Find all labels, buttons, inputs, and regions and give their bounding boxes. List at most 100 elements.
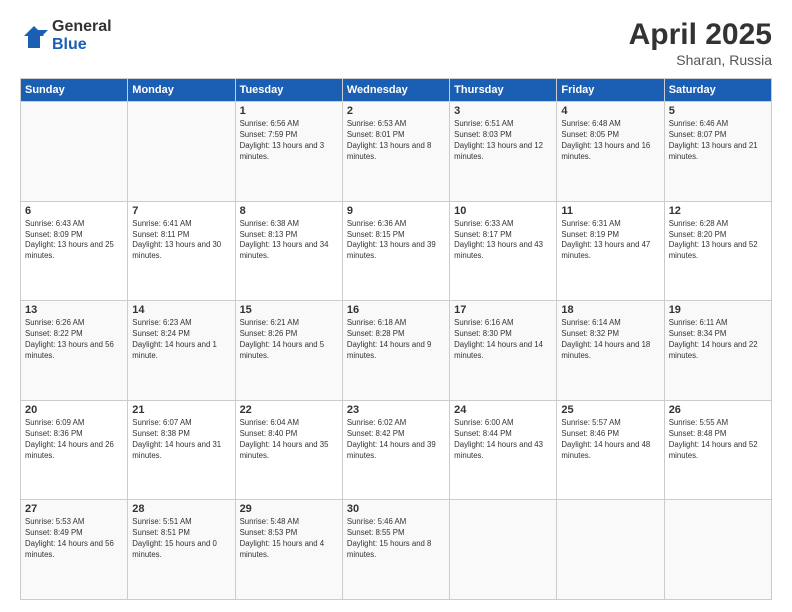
- calendar-cell: 25Sunrise: 5:57 AM Sunset: 8:46 PM Dayli…: [557, 400, 664, 500]
- calendar-cell: [450, 500, 557, 600]
- calendar-cell: 8 Sunrise: 6:38 AM Sunset: 8:13 PM Daylig…: [235, 201, 342, 301]
- day-number: 6: [25, 205, 123, 217]
- week-row-1: 1 Sunrise: 6:56 AM Sunset: 7:59 PM Daylig…: [21, 102, 772, 202]
- week-row-5: 27 Sunrise: 5:53 AM Sunset: 8:49 PM Dayli…: [21, 500, 772, 600]
- week-row-2: 6Sunrise: 6:43 AM Sunset: 8:09 PM Daylig…: [21, 201, 772, 301]
- calendar-cell: 10 Sunrise: 6:33 AM Sunset: 8:17 PM Dayli…: [450, 201, 557, 301]
- calendar-cell: 18 Sunrise: 6:14 AM Sunset: 8:32 PM Dayli…: [557, 301, 664, 401]
- day-info: Sunrise: 6:48 AM Sunset: 8:05 PM Dayligh…: [561, 119, 659, 163]
- day-info: Sunrise: 6:33 AM Sunset: 8:17 PM Dayligh…: [454, 219, 552, 263]
- day-number: 20: [25, 404, 123, 416]
- header: General Blue April 2025 Sharan, Russia: [20, 18, 772, 68]
- day-info: Sunrise: 6:23 AM Sunset: 8:24 PM Dayligh…: [132, 318, 230, 362]
- calendar-cell: 30 Sunrise: 5:46 AM Sunset: 8:55 PM Dayli…: [342, 500, 449, 600]
- day-number: 13: [25, 304, 123, 316]
- day-number: 18: [561, 304, 659, 316]
- week-row-4: 20 Sunrise: 6:09 AM Sunset: 8:36 PM Dayli…: [21, 400, 772, 500]
- title-block: April 2025 Sharan, Russia: [629, 18, 772, 68]
- calendar-cell: 17 Sunrise: 6:16 AM Sunset: 8:30 PM Dayli…: [450, 301, 557, 401]
- logo-blue: Blue: [52, 36, 112, 54]
- day-number: 22: [240, 404, 338, 416]
- day-number: 10: [454, 205, 552, 217]
- day-info: Sunrise: 6:56 AM Sunset: 7:59 PM Dayligh…: [240, 119, 338, 163]
- logo-icon: [20, 22, 48, 50]
- day-info: Sunrise: 6:18 AM Sunset: 8:28 PM Dayligh…: [347, 318, 445, 362]
- weekday-header-row: SundayMondayTuesdayWednesdayThursdayFrid…: [21, 79, 772, 102]
- day-number: 11: [561, 205, 659, 217]
- day-info: Sunrise: 6:00 AM Sunset: 8:44 PM Dayligh…: [454, 418, 552, 462]
- day-info: Sunrise: 5:53 AM Sunset: 8:49 PM Dayligh…: [25, 517, 123, 561]
- day-number: 1: [240, 105, 338, 117]
- calendar-cell: 19Sunrise: 6:11 AM Sunset: 8:34 PM Dayli…: [664, 301, 771, 401]
- calendar-cell: 23Sunrise: 6:02 AM Sunset: 8:42 PM Dayli…: [342, 400, 449, 500]
- day-number: 15: [240, 304, 338, 316]
- calendar-cell: [128, 102, 235, 202]
- calendar-cell: 2 Sunrise: 6:53 AM Sunset: 8:01 PM Daylig…: [342, 102, 449, 202]
- day-info: Sunrise: 6:04 AM Sunset: 8:40 PM Dayligh…: [240, 418, 338, 462]
- day-number: 21: [132, 404, 230, 416]
- calendar-cell: 3 Sunrise: 6:51 AM Sunset: 8:03 PM Daylig…: [450, 102, 557, 202]
- day-info: Sunrise: 6:53 AM Sunset: 8:01 PM Dayligh…: [347, 119, 445, 163]
- weekday-header-friday: Friday: [557, 79, 664, 102]
- calendar-cell: 7 Sunrise: 6:41 AM Sunset: 8:11 PM Daylig…: [128, 201, 235, 301]
- calendar-cell: 9 Sunrise: 6:36 AM Sunset: 8:15 PM Daylig…: [342, 201, 449, 301]
- logo-text: General Blue: [52, 18, 112, 55]
- day-info: Sunrise: 6:38 AM Sunset: 8:13 PM Dayligh…: [240, 219, 338, 263]
- calendar-cell: 4 Sunrise: 6:48 AM Sunset: 8:05 PM Daylig…: [557, 102, 664, 202]
- day-info: Sunrise: 6:46 AM Sunset: 8:07 PM Dayligh…: [669, 119, 767, 163]
- calendar-cell: 6Sunrise: 6:43 AM Sunset: 8:09 PM Daylig…: [21, 201, 128, 301]
- day-info: Sunrise: 6:28 AM Sunset: 8:20 PM Dayligh…: [669, 219, 767, 263]
- day-number: 19: [669, 304, 767, 316]
- weekday-header-wednesday: Wednesday: [342, 79, 449, 102]
- day-number: 8: [240, 205, 338, 217]
- weekday-header-sunday: Sunday: [21, 79, 128, 102]
- calendar-cell: [21, 102, 128, 202]
- day-number: 2: [347, 105, 445, 117]
- day-info: Sunrise: 5:48 AM Sunset: 8:53 PM Dayligh…: [240, 517, 338, 561]
- calendar-cell: 11 Sunrise: 6:31 AM Sunset: 8:19 PM Dayli…: [557, 201, 664, 301]
- calendar-cell: 29Sunrise: 5:48 AM Sunset: 8:53 PM Dayli…: [235, 500, 342, 600]
- day-number: 28: [132, 503, 230, 515]
- calendar-cell: 24Sunrise: 6:00 AM Sunset: 8:44 PM Dayli…: [450, 400, 557, 500]
- calendar-cell: 22 Sunrise: 6:04 AM Sunset: 8:40 PM Dayli…: [235, 400, 342, 500]
- week-row-3: 13 Sunrise: 6:26 AM Sunset: 8:22 PM Dayli…: [21, 301, 772, 401]
- logo: General Blue: [20, 18, 112, 55]
- calendar-cell: 1 Sunrise: 6:56 AM Sunset: 7:59 PM Daylig…: [235, 102, 342, 202]
- day-number: 27: [25, 503, 123, 515]
- calendar-cell: 16Sunrise: 6:18 AM Sunset: 8:28 PM Dayli…: [342, 301, 449, 401]
- day-number: 7: [132, 205, 230, 217]
- day-info: Sunrise: 6:26 AM Sunset: 8:22 PM Dayligh…: [25, 318, 123, 362]
- day-info: Sunrise: 6:14 AM Sunset: 8:32 PM Dayligh…: [561, 318, 659, 362]
- day-info: Sunrise: 6:36 AM Sunset: 8:15 PM Dayligh…: [347, 219, 445, 263]
- calendar-cell: 27 Sunrise: 5:53 AM Sunset: 8:49 PM Dayli…: [21, 500, 128, 600]
- day-number: 3: [454, 105, 552, 117]
- calendar-cell: 15Sunrise: 6:21 AM Sunset: 8:26 PM Dayli…: [235, 301, 342, 401]
- calendar-cell: 28 Sunrise: 5:51 AM Sunset: 8:51 PM Dayli…: [128, 500, 235, 600]
- title-location: Sharan, Russia: [629, 52, 772, 68]
- day-info: Sunrise: 6:41 AM Sunset: 8:11 PM Dayligh…: [132, 219, 230, 263]
- day-info: Sunrise: 6:07 AM Sunset: 8:38 PM Dayligh…: [132, 418, 230, 462]
- day-info: Sunrise: 6:09 AM Sunset: 8:36 PM Dayligh…: [25, 418, 123, 462]
- calendar-cell: 12 Sunrise: 6:28 AM Sunset: 8:20 PM Dayli…: [664, 201, 771, 301]
- day-number: 4: [561, 105, 659, 117]
- calendar-cell: 5Sunrise: 6:46 AM Sunset: 8:07 PM Daylig…: [664, 102, 771, 202]
- day-number: 12: [669, 205, 767, 217]
- day-number: 17: [454, 304, 552, 316]
- day-info: Sunrise: 5:51 AM Sunset: 8:51 PM Dayligh…: [132, 517, 230, 561]
- calendar-cell: 14Sunrise: 6:23 AM Sunset: 8:24 PM Dayli…: [128, 301, 235, 401]
- day-info: Sunrise: 6:31 AM Sunset: 8:19 PM Dayligh…: [561, 219, 659, 263]
- logo-general: General: [52, 18, 112, 36]
- day-number: 30: [347, 503, 445, 515]
- calendar-cell: 13 Sunrise: 6:26 AM Sunset: 8:22 PM Dayli…: [21, 301, 128, 401]
- day-info: Sunrise: 6:02 AM Sunset: 8:42 PM Dayligh…: [347, 418, 445, 462]
- day-info: Sunrise: 5:46 AM Sunset: 8:55 PM Dayligh…: [347, 517, 445, 561]
- calendar-table: SundayMondayTuesdayWednesdayThursdayFrid…: [20, 78, 772, 600]
- weekday-header-thursday: Thursday: [450, 79, 557, 102]
- calendar-cell: 20 Sunrise: 6:09 AM Sunset: 8:36 PM Dayli…: [21, 400, 128, 500]
- weekday-header-saturday: Saturday: [664, 79, 771, 102]
- day-info: Sunrise: 6:51 AM Sunset: 8:03 PM Dayligh…: [454, 119, 552, 163]
- day-number: 9: [347, 205, 445, 217]
- weekday-header-monday: Monday: [128, 79, 235, 102]
- day-info: Sunrise: 6:16 AM Sunset: 8:30 PM Dayligh…: [454, 318, 552, 362]
- day-number: 26: [669, 404, 767, 416]
